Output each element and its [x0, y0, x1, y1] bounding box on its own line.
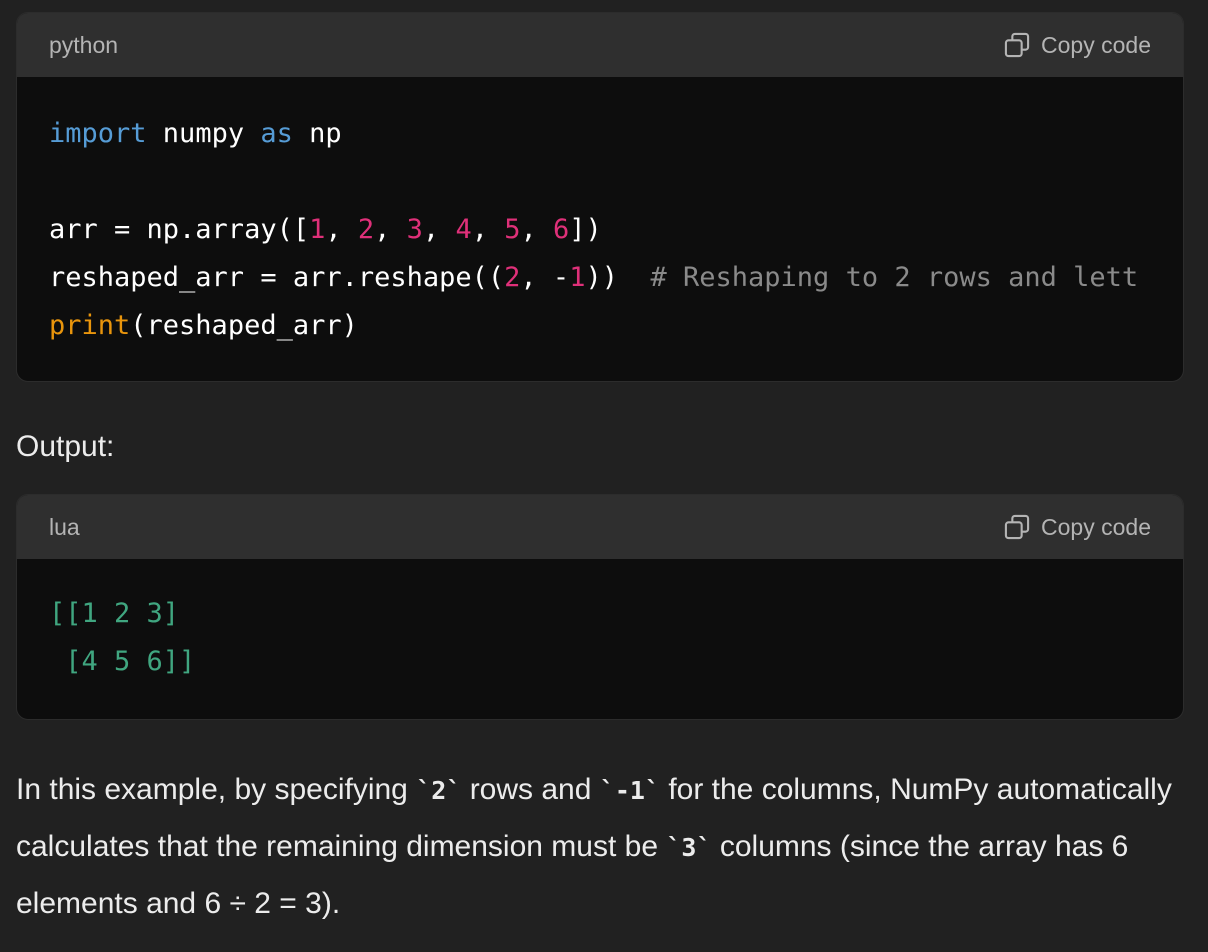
code-language-label: lua — [49, 513, 80, 540]
code-token: 6 — [553, 214, 570, 245]
code-token: , — [471, 214, 505, 245]
copy-code-label: Copy code — [1041, 513, 1151, 540]
code-line: [[1 2 3] — [49, 590, 1151, 638]
copy-code-button[interactable]: Copy code — [1003, 513, 1151, 541]
code-token: , — [520, 214, 553, 245]
code-body[interactable]: import numpy as np arr = np.array([1, 2, … — [17, 77, 1183, 374]
copy-icon — [1003, 513, 1031, 541]
code-token: 4 — [455, 214, 472, 245]
code-line: import numpy as np — [49, 110, 1151, 158]
code-token: as — [260, 118, 293, 149]
code-block-header: python Copy code — [17, 13, 1183, 77]
code-token: [[1 2 3] — [49, 598, 180, 629]
code-token: 2 — [357, 214, 375, 245]
code-token: , — [422, 214, 456, 245]
inline-code: `3` — [666, 833, 712, 862]
code-token: )) — [585, 262, 651, 293]
code-token: import — [49, 118, 147, 149]
explanation-text: In this example, by specifying — [16, 773, 417, 806]
code-token: 2 — [504, 262, 521, 293]
code-token: numpy — [146, 118, 261, 149]
code-line: arr = np.array([1, 2, 3, 4, 5, 6]) — [49, 206, 1151, 254]
code-token: print — [49, 310, 131, 341]
code-token: , — [325, 214, 358, 245]
lua-code-block: lua Copy code [[1 2 3] [4 5 6]] — [16, 494, 1184, 720]
code-token: ]) — [569, 214, 602, 245]
code-block-header: lua Copy code — [17, 495, 1183, 559]
code-token: reshaped_arr = arr.reshape(( — [49, 262, 505, 293]
copy-icon — [1003, 31, 1031, 59]
code-line: [4 5 6]] — [49, 638, 1151, 686]
code-body[interactable]: [[1 2 3] [4 5 6]] — [17, 559, 1183, 710]
code-token: (reshaped_arr) — [130, 310, 358, 341]
output-heading: Output: — [16, 430, 115, 463]
code-language-label: python — [49, 31, 119, 58]
python-code-block: python Copy code import numpy as np arr =… — [16, 12, 1184, 382]
explanation-paragraph: In this example, by specifying `2` rows … — [16, 762, 1176, 932]
inline-code: `-1` — [599, 776, 660, 805]
copy-code-label: Copy code — [1041, 31, 1151, 58]
explanation-text: rows and — [461, 773, 600, 806]
code-token: # Reshaping to 2 rows and lett — [650, 262, 1139, 293]
code-token: , — [374, 214, 407, 245]
copy-code-button[interactable]: Copy code — [1003, 31, 1151, 59]
code-token: np — [292, 118, 342, 149]
code-token: , - — [520, 262, 570, 293]
code-token: 5 — [504, 214, 521, 245]
code-token: [4 5 6]] — [49, 646, 196, 677]
code-line: print(reshaped_arr) — [49, 302, 1151, 350]
code-token: 1 — [309, 214, 326, 245]
code-token: arr = np.array([ — [49, 214, 310, 245]
code-token: 1 — [569, 262, 586, 293]
code-token: 3 — [406, 214, 423, 245]
inline-code: `2` — [416, 776, 462, 805]
code-line: reshaped_arr = arr.reshape((2, -1)) # Re… — [49, 254, 1151, 302]
